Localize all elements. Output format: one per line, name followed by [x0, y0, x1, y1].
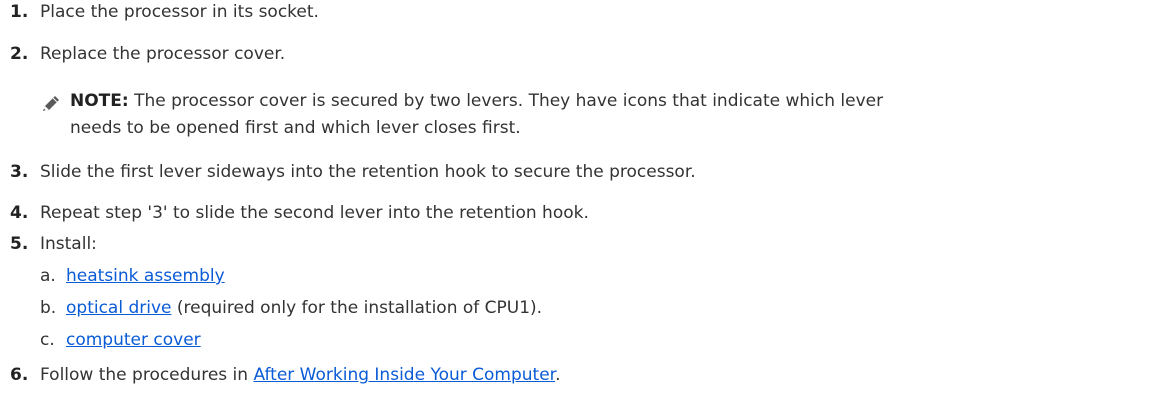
after-working-inside-link[interactable]: After Working Inside Your Computer — [253, 365, 555, 385]
step-3-number: 3. — [10, 162, 29, 182]
step-6-number: 6. — [10, 365, 29, 385]
step-5-number: 5. — [10, 234, 29, 254]
install-item-c-letter: c. — [40, 330, 55, 350]
step-4-number: 4. — [10, 203, 29, 223]
optical-drive-link[interactable]: optical drive — [66, 298, 172, 318]
computer-cover-link[interactable]: computer cover — [66, 330, 201, 350]
install-item-b: b. optical drive (required only for the i… — [40, 298, 542, 318]
step-1-text: Place the processor in its socket. — [40, 2, 319, 22]
note-text-line1: The processor cover is secured by two le… — [128, 91, 884, 111]
step-6-text-before: Follow the procedures in — [40, 365, 254, 385]
step-4-text: Repeat step '3' to slide the second leve… — [40, 203, 589, 223]
step-5-text: Install: — [40, 234, 97, 254]
step-2-number: 2. — [10, 44, 29, 64]
step-2-text: Replace the processor cover. — [40, 44, 286, 64]
step-3-text: Slide the first lever sideways into the … — [40, 162, 696, 182]
install-item-c: c. computer cover — [40, 330, 201, 350]
install-item-b-letter: b. — [40, 298, 57, 318]
install-item-a: a. heatsink assembly — [40, 266, 225, 286]
step-6-text-after: . — [555, 365, 561, 385]
step-1-number: 1. — [10, 2, 29, 22]
heatsink-assembly-link[interactable]: heatsink assembly — [66, 266, 225, 286]
step-6-text: Follow the procedures in After Working I… — [40, 365, 561, 385]
procedure-document: 1. Place the processor in its socket. 2.… — [0, 0, 1165, 399]
note-text-line2: needs to be opened first and which lever… — [70, 118, 521, 138]
install-item-b-suffix: (required only for the installation of C… — [171, 298, 543, 318]
install-item-a-letter: a. — [40, 266, 56, 286]
note-label: NOTE: The processor cover is secured by … — [70, 91, 884, 111]
pencil-icon — [43, 96, 59, 111]
